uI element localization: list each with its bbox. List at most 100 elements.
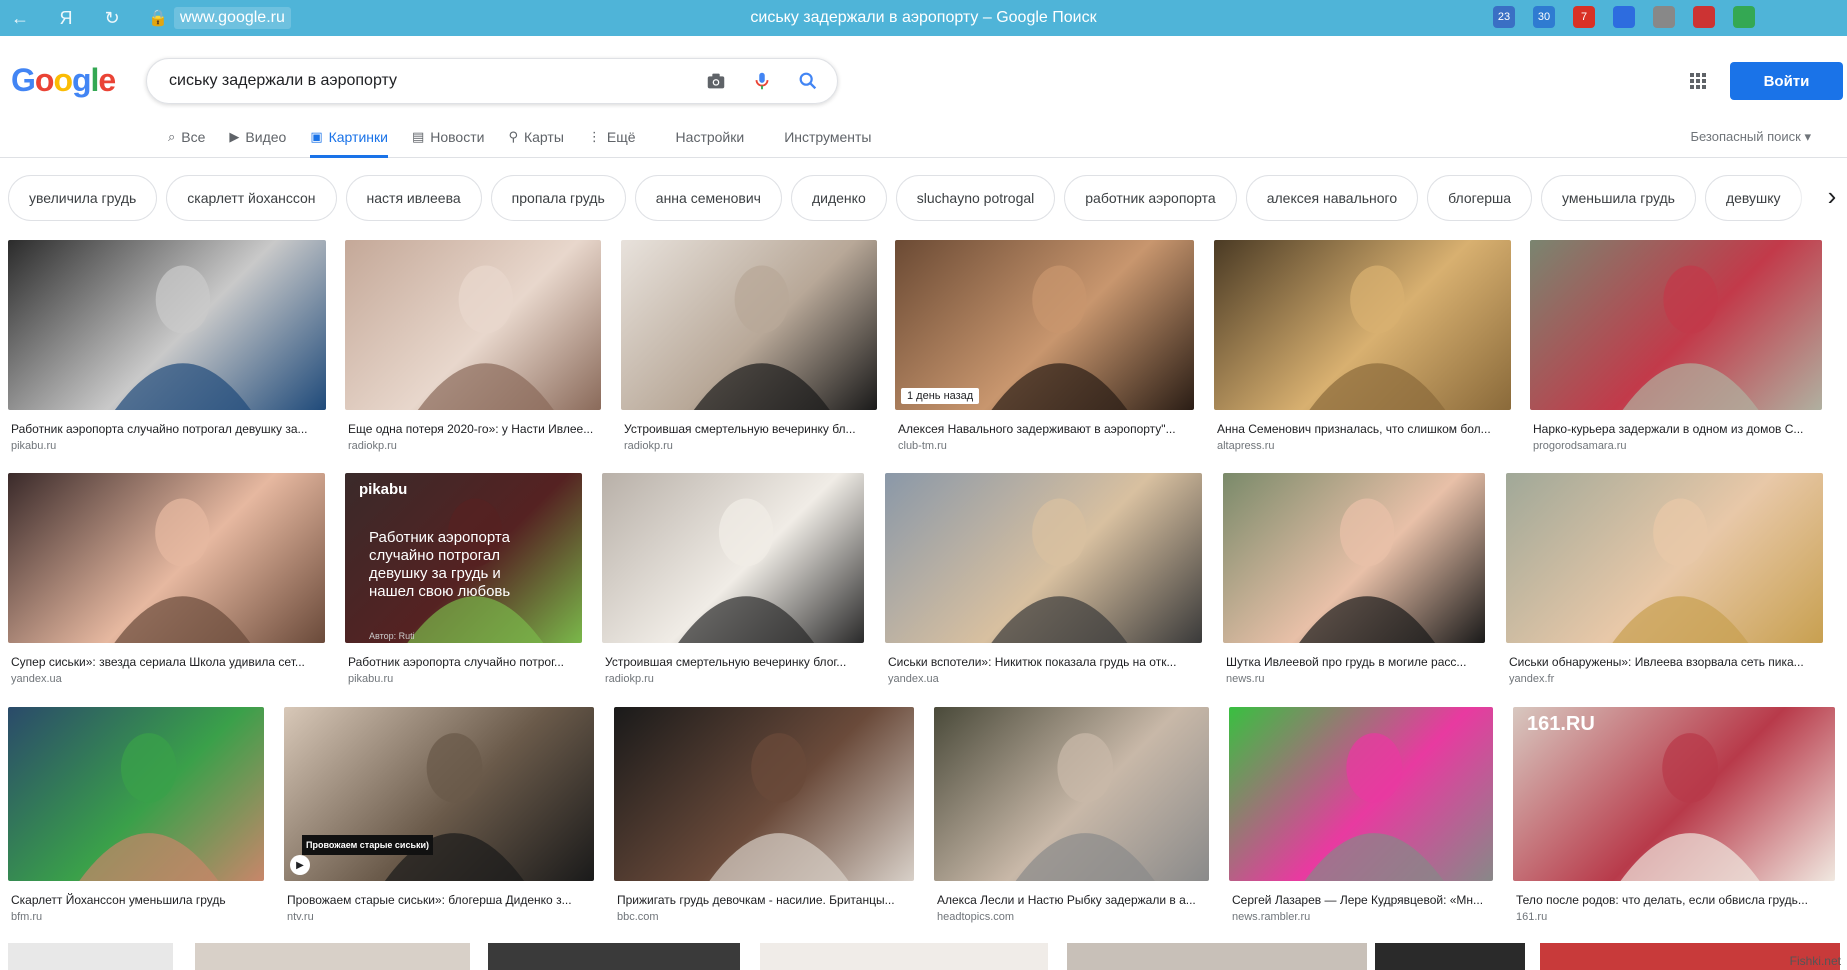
- extension-icon[interactable]: [1693, 6, 1715, 28]
- related-chip[interactable]: скарлетт йоханссон: [166, 175, 337, 221]
- result-caption[interactable]: Нарко-курьера задержали в одном из домов…: [1533, 422, 1819, 436]
- result-caption[interactable]: Провожаем старые сиськи»: блогерша Диден…: [287, 893, 591, 907]
- tab-1[interactable]: ▶ Видео: [229, 116, 286, 158]
- result-caption[interactable]: Алексея Навального задерживают в аэропор…: [898, 422, 1191, 436]
- related-chip[interactable]: работник аэропорта: [1064, 175, 1237, 221]
- related-chip[interactable]: блогерша: [1427, 175, 1533, 221]
- image-thumbnail[interactable]: 1 день назад: [895, 240, 1194, 410]
- image-thumbnail[interactable]: [8, 240, 326, 410]
- reload-icon[interactable]: ↻: [102, 8, 122, 29]
- image-result-card[interactable]: Сиськи вспотели»: Никитюк показала грудь…: [885, 473, 1202, 685]
- image-thumbnail[interactable]: [1214, 240, 1511, 410]
- image-thumbnail[interactable]: [8, 473, 325, 643]
- image-thumbnail[interactable]: [934, 707, 1209, 881]
- related-chip[interactable]: алексея навального: [1245, 175, 1419, 221]
- tab-4[interactable]: ⚲ Карты: [508, 116, 563, 158]
- related-chip[interactable]: диденко: [790, 175, 887, 221]
- related-chip[interactable]: увеличила грудь: [8, 175, 158, 221]
- image-thumbnail[interactable]: [1223, 473, 1485, 643]
- related-chip[interactable]: sluchayno potrogal: [895, 175, 1056, 221]
- extension-icon[interactable]: [1813, 6, 1835, 28]
- tab-2[interactable]: ▣ Картинки: [310, 116, 388, 158]
- image-thumbnail-partial[interactable]: [760, 943, 1048, 970]
- extension-icon[interactable]: [1453, 6, 1475, 28]
- image-thumbnail[interactable]: [1506, 473, 1823, 643]
- yandex-logo-icon[interactable]: Я: [56, 8, 76, 29]
- image-result-card[interactable]: Сергей Лазарев — Лере Кудрявцевой: «Мн..…: [1229, 707, 1493, 923]
- result-caption[interactable]: Еще одна потеря 2020-го»: у Насти Ивлее.…: [348, 422, 598, 436]
- image-result-card[interactable]: Устроившая смертельную вечеринку блог...…: [602, 473, 864, 685]
- image-result-card[interactable]: Скарлетт Йоханссон уменьшила грудь bfm.ru: [8, 707, 264, 923]
- extension-icon[interactable]: [1733, 6, 1755, 28]
- image-thumbnail[interactable]: [885, 473, 1202, 643]
- image-result-card[interactable]: 1 день назад Алексея Навального задержива…: [895, 240, 1194, 452]
- related-chip[interactable]: уменьшила грудь: [1541, 175, 1696, 221]
- image-thumbnail[interactable]: [8, 707, 264, 881]
- extension-icon[interactable]: [1773, 6, 1795, 28]
- image-result-card[interactable]: Работник аэропорта случайно потрогал дев…: [8, 240, 326, 452]
- image-result-card[interactable]: pikabu Работник аэропорта случайно потрог…: [345, 473, 582, 685]
- extension-icon[interactable]: [1653, 6, 1675, 28]
- result-caption[interactable]: Сиськи обнаружены»: Ивлеева взорвала сет…: [1509, 655, 1820, 669]
- image-thumbnail[interactable]: Провожаем старые сиськи) ▶: [284, 707, 594, 881]
- image-thumbnail[interactable]: [621, 240, 877, 410]
- result-caption[interactable]: Работник аэропорта случайно потрогал дев…: [11, 422, 323, 436]
- image-result-card[interactable]: Нарко-курьера задержали в одном из домов…: [1530, 240, 1822, 452]
- extension-icon[interactable]: [1413, 6, 1435, 28]
- result-caption[interactable]: Работник аэропорта случайно потрог...: [348, 655, 579, 669]
- image-thumbnail[interactable]: pikabu Работник аэропорта случайно потрог…: [345, 473, 582, 643]
- image-result-card[interactable]: Еще одна потеря 2020-го»: у Насти Ивлее.…: [345, 240, 601, 452]
- image-result-card[interactable]: Провожаем старые сиськи) ▶ Провожаем стары…: [284, 707, 594, 923]
- image-thumbnail[interactable]: 161.RU: [1513, 707, 1835, 881]
- address-bar[interactable]: 🔒 www.google.ru: [148, 7, 291, 29]
- related-chip[interactable]: настя ивлеева: [345, 175, 482, 221]
- image-thumbnail[interactable]: [602, 473, 864, 643]
- image-result-card[interactable]: Алекса Лесли и Настю Рыбку задержали в а…: [934, 707, 1209, 923]
- extension-icon[interactable]: 30: [1533, 6, 1555, 28]
- image-result-card[interactable]: Супер сиськи»: звезда сериала Школа удив…: [8, 473, 325, 685]
- image-result-card[interactable]: 161.RU Тело после родов: что делать, если…: [1513, 707, 1835, 923]
- related-chip[interactable]: пропала грудь: [490, 175, 626, 221]
- related-chip[interactable]: анна семенович: [634, 175, 782, 221]
- result-caption[interactable]: Устроившая смертельную вечеринку бл...: [624, 422, 874, 436]
- image-thumbnail[interactable]: [1530, 240, 1822, 410]
- search-input[interactable]: [169, 72, 709, 90]
- tab-0[interactable]: ⌕ Все: [168, 116, 205, 158]
- image-thumbnail[interactable]: [614, 707, 914, 881]
- result-caption[interactable]: Шутка Ивлеевой про грудь в могиле расс..…: [1226, 655, 1482, 669]
- search-box[interactable]: [146, 58, 838, 104]
- image-thumbnail-partial[interactable]: [8, 943, 173, 970]
- result-caption[interactable]: Анна Семенович призналась, что слишком б…: [1217, 422, 1508, 436]
- extension-icon[interactable]: 7: [1573, 6, 1595, 28]
- apps-grid-icon[interactable]: [1690, 73, 1706, 89]
- image-result-card[interactable]: Прижигать грудь девочкам - насилие. Брит…: [614, 707, 914, 923]
- image-thumbnail-partial[interactable]: [195, 943, 470, 970]
- result-caption[interactable]: Прижигать грудь девочкам - насилие. Брит…: [617, 893, 911, 907]
- result-caption[interactable]: Супер сиськи»: звезда сериала Школа удив…: [11, 655, 322, 669]
- related-chip[interactable]: девушку: [1704, 175, 1802, 221]
- result-caption[interactable]: Скарлетт Йоханссон уменьшила грудь: [11, 893, 261, 907]
- tab-5[interactable]: ⋮ Ещё: [588, 116, 636, 158]
- image-thumbnail[interactable]: [345, 240, 601, 410]
- tab-tools[interactable]: Инструменты: [784, 116, 871, 158]
- play-icon[interactable]: ▶: [290, 855, 310, 875]
- image-result-card[interactable]: Устроившая смертельную вечеринку бл... ra…: [621, 240, 877, 452]
- image-thumbnail-partial[interactable]: [1067, 943, 1367, 970]
- login-button[interactable]: Войти: [1730, 62, 1843, 100]
- tab-3[interactable]: ▤ Новости: [412, 116, 485, 158]
- image-thumbnail-partial[interactable]: [488, 943, 740, 970]
- result-caption[interactable]: Сергей Лазарев — Лере Кудрявцевой: «Мн..…: [1232, 893, 1490, 907]
- image-thumbnail-partial[interactable]: [1375, 943, 1525, 970]
- safe-search-toggle[interactable]: Безопасный поиск ▾: [1690, 129, 1811, 145]
- image-result-card[interactable]: Анна Семенович призналась, что слишком б…: [1214, 240, 1511, 452]
- extension-icon[interactable]: [1613, 6, 1635, 28]
- result-caption[interactable]: Сиськи вспотели»: Никитюк показала грудь…: [888, 655, 1199, 669]
- camera-icon[interactable]: [705, 70, 727, 92]
- image-thumbnail[interactable]: [1229, 707, 1493, 881]
- google-logo[interactable]: Google: [11, 62, 116, 99]
- back-arrow-icon[interactable]: ←: [10, 8, 30, 29]
- microphone-icon[interactable]: [751, 70, 773, 92]
- extension-icon[interactable]: 23: [1493, 6, 1515, 28]
- search-icon[interactable]: [797, 70, 819, 92]
- chevron-right-icon[interactable]: ›: [1808, 170, 1847, 222]
